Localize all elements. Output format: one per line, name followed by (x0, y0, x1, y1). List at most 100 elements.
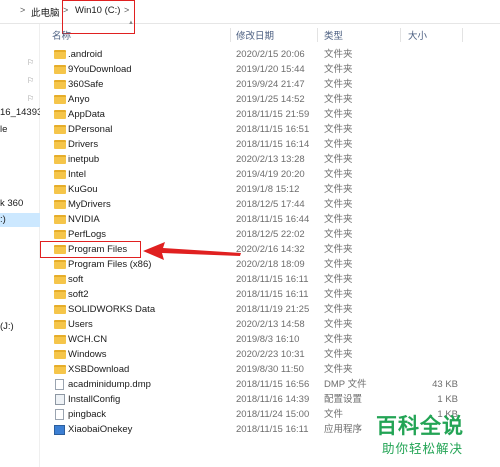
folder-icon (54, 275, 66, 284)
file-row[interactable]: InstallConfig 2018/11/16 14:39 配置设置 1 KB (44, 393, 484, 407)
file-name: 9YouDownload (68, 64, 132, 75)
file-type: 文件夹 (324, 94, 353, 105)
nav-item[interactable]: (J:) (0, 320, 40, 334)
column-divider[interactable] (400, 28, 401, 42)
file-row[interactable]: KuGou 2019/1/8 15:12 文件夹 (44, 183, 484, 197)
file-type: 文件夹 (324, 319, 353, 330)
nav-item[interactable]: 16_14393. (0, 106, 40, 120)
file-row[interactable]: Users 2020/2/13 14:58 文件夹 (44, 318, 484, 332)
breadcrumb-chevron-icon[interactable]: > (20, 5, 25, 15)
column-header-date[interactable]: 修改日期 (236, 28, 274, 42)
file-type: 文件夹 (324, 244, 353, 255)
application-icon (54, 425, 65, 435)
file-modified-date: 2018/11/15 16:11 (236, 424, 309, 435)
file-type: 文件夹 (324, 214, 353, 225)
file-icon (55, 379, 64, 390)
pin-icon[interactable]: ⚐ (27, 76, 34, 85)
column-header-size[interactable]: 大小 (408, 28, 427, 42)
file-modified-date: 2019/8/30 11:50 (236, 364, 304, 375)
folder-icon (54, 125, 66, 134)
file-type: 文件夹 (324, 139, 353, 150)
file-name: Users (68, 319, 93, 330)
folder-icon (54, 320, 66, 329)
file-name: KuGou (68, 184, 98, 195)
file-name: .android (68, 49, 103, 60)
nav-item[interactable]: le (0, 123, 40, 137)
column-header-name[interactable]: 名称 (52, 28, 71, 42)
file-name: XSBDownload (68, 364, 130, 375)
file-name: acadminidump.dmp (68, 379, 151, 390)
file-row[interactable]: soft 2018/11/15 16:11 文件夹 (44, 273, 484, 287)
file-type: 文件夹 (324, 229, 353, 240)
file-row[interactable]: PerfLogs 2018/12/5 22:02 文件夹 (44, 228, 484, 242)
file-row[interactable]: 360Safe 2019/9/24 21:47 文件夹 (44, 78, 484, 92)
file-row[interactable]: AppData 2018/11/15 21:59 文件夹 (44, 108, 484, 122)
file-size: 43 KB (432, 379, 458, 390)
folder-icon (54, 65, 66, 74)
folder-icon (54, 215, 66, 224)
annotation-highlight-box (40, 241, 141, 258)
file-type: 文件夹 (324, 79, 353, 90)
file-row[interactable]: Anyo 2019/1/25 14:52 文件夹 (44, 93, 484, 107)
column-divider[interactable] (462, 28, 463, 42)
file-row[interactable]: inetpub 2020/2/13 13:28 文件夹 (44, 153, 484, 167)
address-bar[interactable]: > 此电脑 > Win10 (C:) > (0, 0, 500, 34)
config-file-icon (55, 394, 65, 405)
file-name: 360Safe (68, 79, 104, 90)
folder-icon (54, 80, 66, 89)
folder-icon (54, 260, 66, 269)
file-row[interactable]: DPersonal 2018/11/15 16:51 文件夹 (44, 123, 484, 137)
file-row[interactable]: Windows 2020/2/23 10:31 文件夹 (44, 348, 484, 362)
folder-icon (54, 155, 66, 164)
file-modified-date: 2018/12/5 17:44 (236, 199, 305, 210)
breadcrumb-this-pc[interactable]: 此电脑 (31, 5, 60, 19)
file-type: 文件夹 (324, 154, 353, 165)
file-row[interactable]: MyDrivers 2018/12/5 17:44 文件夹 (44, 198, 484, 212)
file-row[interactable]: Intel 2019/4/19 20:20 文件夹 (44, 168, 484, 182)
column-header-type[interactable]: 类型 (324, 28, 343, 42)
file-name: Windows (68, 349, 107, 360)
folder-icon (54, 110, 66, 119)
file-modified-date: 2020/2/16 14:32 (236, 244, 305, 255)
file-type: 配置设置 (324, 394, 363, 405)
file-type: 文件夹 (324, 199, 353, 210)
file-row[interactable]: soft2 2018/11/15 16:11 文件夹 (44, 288, 484, 302)
file-name: Anyo (68, 94, 90, 105)
file-row[interactable]: Program Files (x86) 2020/2/18 18:09 文件夹 (44, 258, 484, 272)
file-name: soft2 (68, 289, 89, 300)
file-modified-date: 2019/9/24 21:47 (236, 79, 305, 90)
file-modified-date: 2020/2/18 18:09 (236, 259, 305, 270)
navigation-pane[interactable]: ⚐ ⚐ ⚐ 16_14393. le k 360 :) (J:) (0, 24, 40, 467)
file-row[interactable]: Drivers 2018/11/15 16:14 文件夹 (44, 138, 484, 152)
file-row[interactable]: 9YouDownload 2019/1/20 15:44 文件夹 (44, 63, 484, 77)
nav-item[interactable]: k 360 (0, 197, 40, 211)
file-row[interactable]: .android 2020/2/15 20:06 文件夹 (44, 48, 484, 62)
file-modified-date: 2020/2/13 14:58 (236, 319, 305, 330)
pin-icon[interactable]: ⚐ (27, 94, 34, 103)
file-row[interactable]: NVIDIA 2018/11/15 16:44 文件夹 (44, 213, 484, 227)
file-name: PerfLogs (68, 229, 107, 240)
file-modified-date: 2018/11/15 16:11 (236, 274, 309, 285)
file-modified-date: 2019/1/25 14:52 (236, 94, 305, 105)
column-divider[interactable] (230, 28, 231, 42)
folder-icon (54, 365, 66, 374)
file-type: 文件夹 (324, 364, 353, 375)
watermark-subtitle: 助你轻松解决 (382, 441, 464, 456)
file-name: Drivers (68, 139, 99, 150)
file-modified-date: 2019/8/3 16:10 (236, 334, 300, 345)
pin-icon[interactable]: ⚐ (27, 58, 34, 67)
file-size: 1 KB (437, 394, 458, 405)
folder-icon (54, 230, 66, 239)
file-row[interactable]: WCH.CN 2019/8/3 16:10 文件夹 (44, 333, 484, 347)
column-divider[interactable] (317, 28, 318, 42)
folder-icon (54, 170, 66, 179)
file-name: WCH.CN (68, 334, 108, 345)
file-modified-date: 2018/11/15 16:11 (236, 289, 309, 300)
file-row[interactable]: XSBDownload 2019/8/30 11:50 文件夹 (44, 363, 484, 377)
file-name: soft (68, 274, 84, 285)
nav-item-selected[interactable]: :) (0, 213, 40, 227)
file-modified-date: 2020/2/23 10:31 (236, 349, 305, 360)
file-row[interactable]: SOLIDWORKS Data 2018/11/19 21:25 文件夹 (44, 303, 484, 317)
watermark-title: 百科全说 (376, 414, 464, 438)
file-row[interactable]: acadminidump.dmp 2018/11/15 16:56 DMP 文件 43… (44, 378, 484, 392)
